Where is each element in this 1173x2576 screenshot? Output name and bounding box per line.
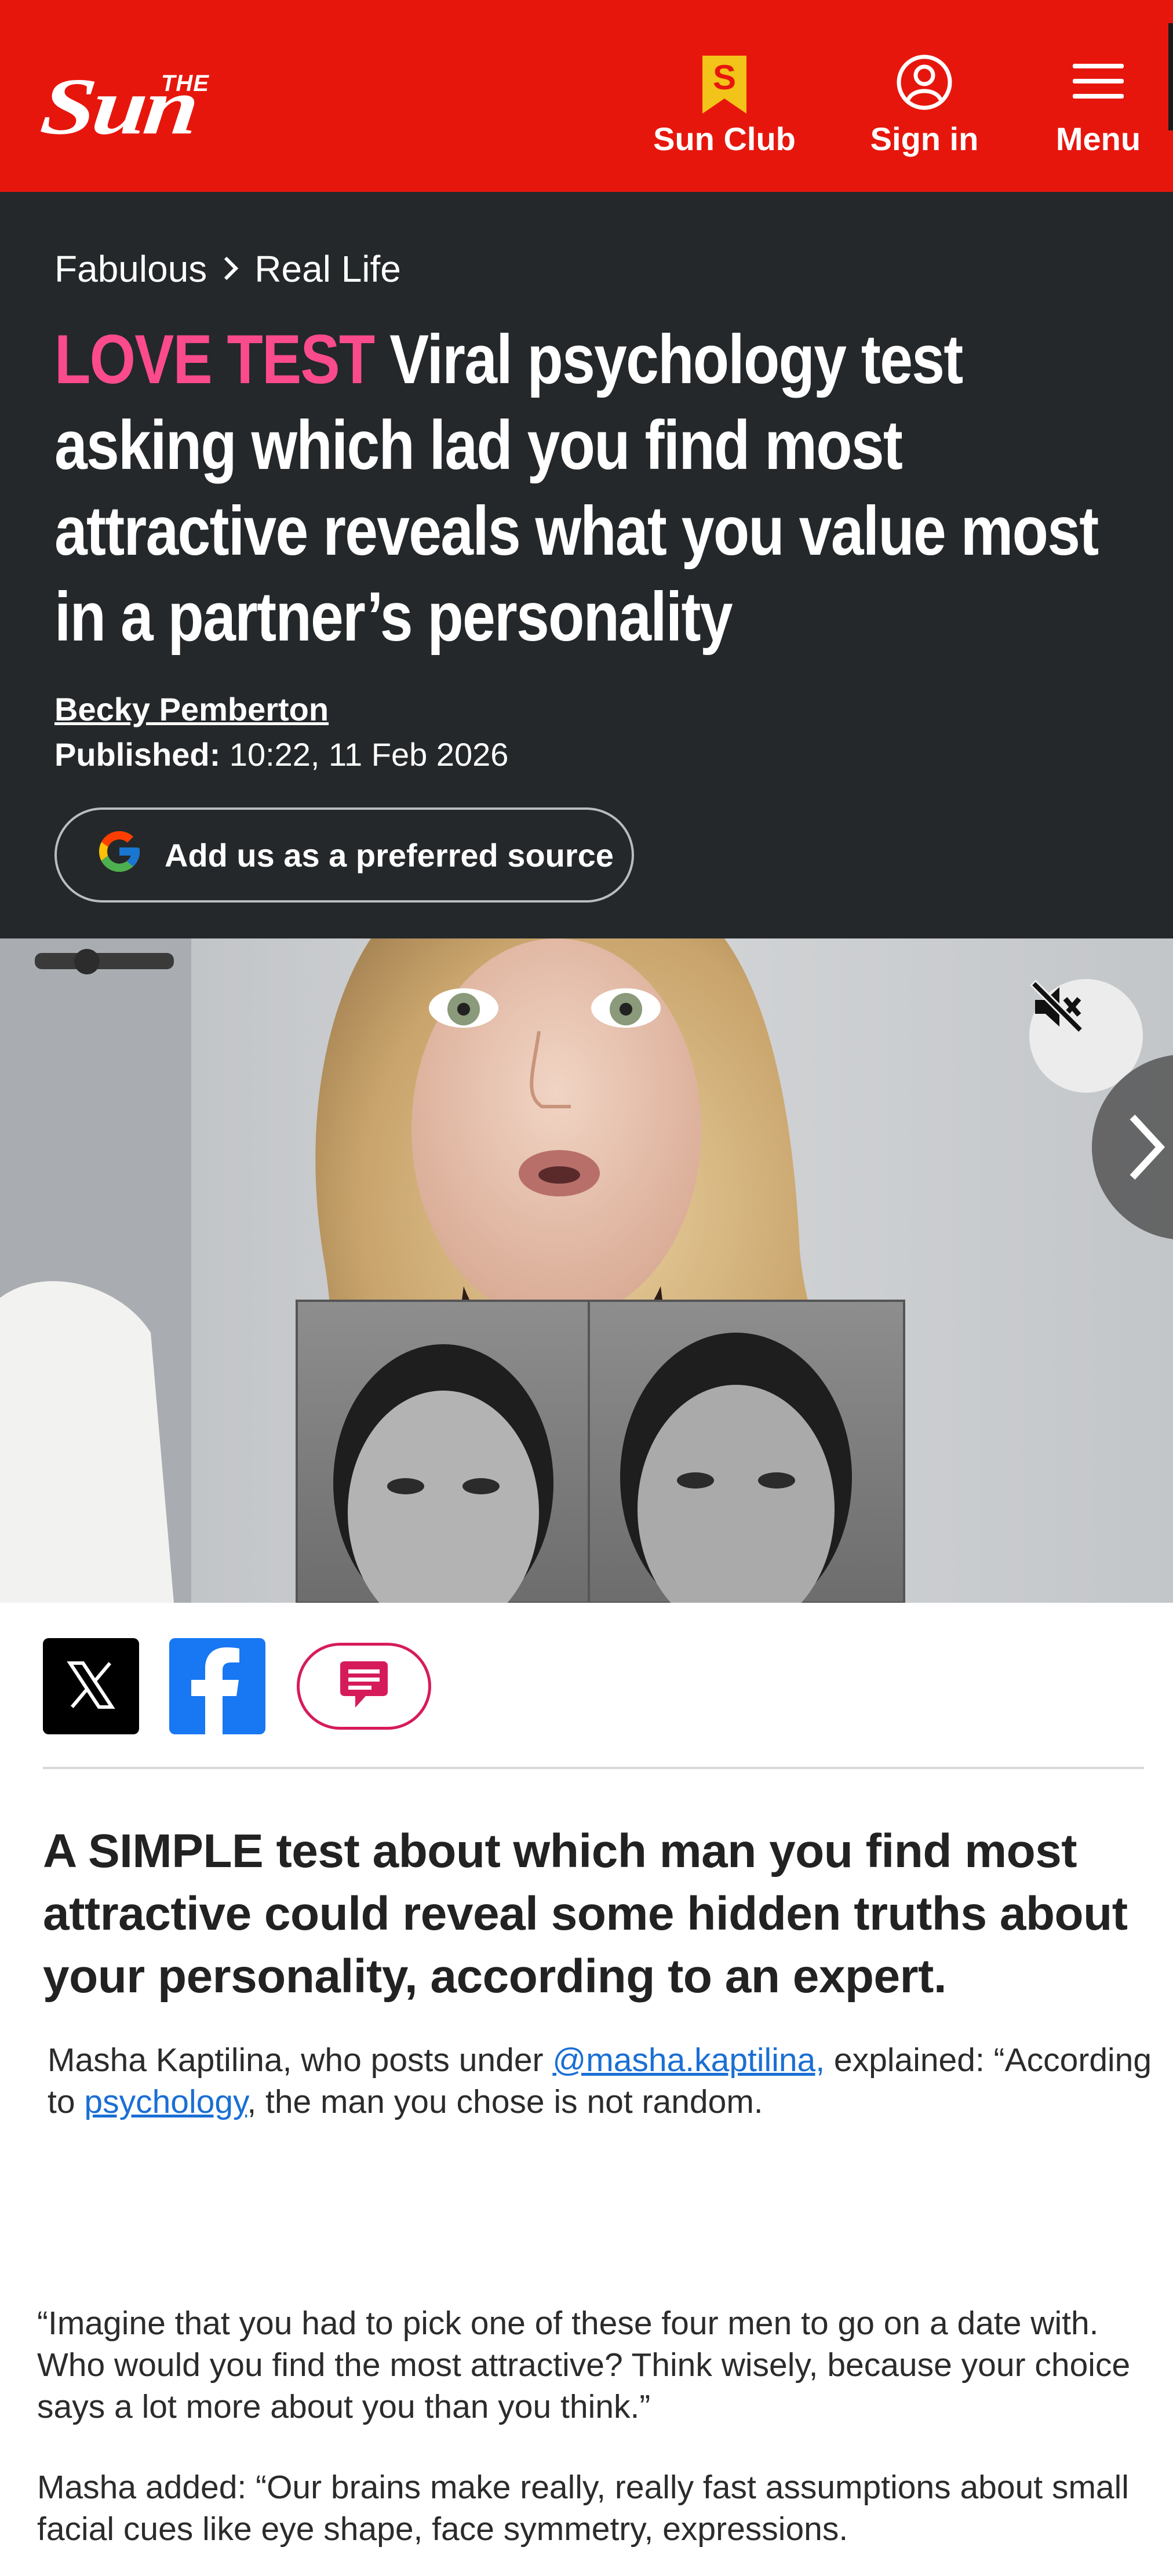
- sun-club-button[interactable]: S Sun Club: [653, 53, 796, 163]
- svg-text:S: S: [713, 58, 736, 97]
- sun-club-label: Sun Club: [653, 121, 796, 157]
- hero-video[interactable]: [0, 938, 1173, 1603]
- article-standfirst: A SIMPLE test about which man you find m…: [43, 1825, 1128, 2003]
- sun-club-badge-icon: S: [700, 53, 749, 120]
- breadcrumb: Fabulous Real Life: [54, 248, 401, 290]
- instagram-handle-link[interactable]: @masha.kaptilina,: [552, 2042, 825, 2079]
- breadcrumb-fabulous[interactable]: Fabulous: [54, 248, 207, 290]
- site-header: Sun THE S Sun Club Sign in Menu: [0, 0, 1173, 192]
- user-circle-icon: [895, 53, 953, 114]
- logo-the: THE: [161, 71, 209, 96]
- menu-button[interactable]: Menu: [1052, 53, 1145, 163]
- x-logo-icon: [66, 1660, 116, 1713]
- p1-text-1: Masha Kaptilina, who posts under: [48, 2042, 553, 2079]
- edge-line: [1168, 23, 1173, 130]
- preferred-source-button[interactable]: Add us as a preferred source: [54, 807, 634, 903]
- p1-text-3: , the man you chose is not random.: [247, 2083, 763, 2120]
- published-label: Published:: [54, 736, 221, 773]
- sign-in-label: Sign in: [870, 121, 979, 157]
- share-facebook-button[interactable]: [169, 1638, 265, 1734]
- published-date: Published: 10:22, 11 Feb 2026: [54, 736, 508, 773]
- article-paragraph-1: Masha Kaptilina, who posts under @masha.…: [48, 2039, 1172, 2123]
- breadcrumb-real-life[interactable]: Real Life: [254, 248, 401, 290]
- author-link[interactable]: Becky Pemberton: [54, 690, 329, 728]
- hero-image: [0, 938, 1173, 1603]
- facebook-logo-icon: [169, 1647, 265, 1734]
- comment-icon: [338, 1660, 390, 1713]
- psychology-link[interactable]: psychology: [84, 2083, 247, 2120]
- share-x-button[interactable]: [43, 1638, 139, 1734]
- google-g-icon: [95, 827, 144, 883]
- sign-in-button[interactable]: Sign in: [869, 53, 979, 163]
- article-paragraph-2: “Imagine that you had to pick one of the…: [37, 2305, 1131, 2425]
- menu-label: Menu: [1055, 121, 1141, 157]
- hamburger-menu-icon: [1072, 53, 1125, 105]
- the-sun-logo[interactable]: Sun THE: [37, 61, 289, 152]
- share-divider: [43, 1767, 1144, 1769]
- headline-kicker: LOVE TEST: [54, 321, 375, 398]
- article-header: Fabulous Real Life LOVE TEST Viral psych…: [0, 192, 1173, 938]
- article-headline: LOVE TEST Viral psychology test asking w…: [54, 316, 1138, 660]
- published-value: 10:22, 11 Feb 2026: [229, 736, 509, 773]
- chevron-right-icon: [222, 249, 239, 289]
- comments-button[interactable]: [297, 1643, 431, 1730]
- preferred-source-label: Add us as a preferred source: [165, 836, 614, 874]
- article-paragraph-3: Masha added: “Our brains make really, re…: [37, 2469, 1129, 2548]
